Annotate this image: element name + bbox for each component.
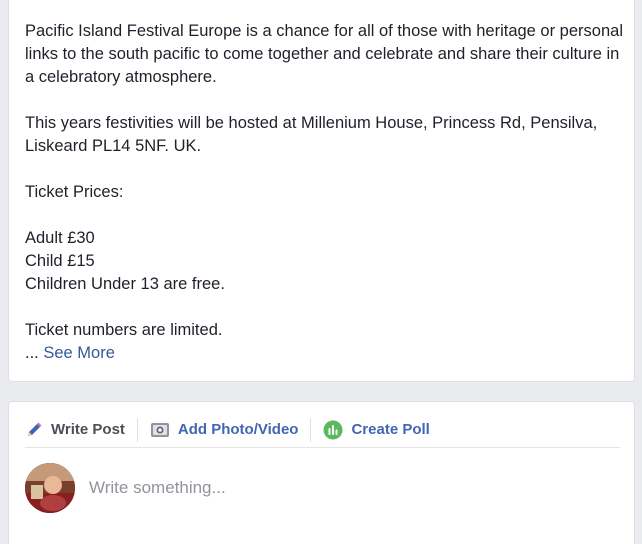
- tab-create-poll[interactable]: Create Poll: [323, 418, 441, 442]
- avatar[interactable]: [25, 463, 75, 513]
- tab-write-post-label: Write Post: [51, 421, 125, 438]
- composer-tabs: Write Post Add Photo/Video Create Poll: [25, 412, 620, 448]
- tab-add-photo-video[interactable]: Add Photo/Video: [150, 417, 312, 442]
- about-paragraph-venue: This years festivities will be hosted at…: [25, 114, 598, 155]
- ticket-limited-note: Ticket numbers are limited.: [25, 321, 223, 339]
- composer-row: [25, 462, 620, 514]
- tab-write-post[interactable]: Write Post: [25, 417, 138, 442]
- about-paragraph-intro: Pacific Island Festival Europe is a chan…: [25, 22, 623, 86]
- write-something-input[interactable]: [89, 478, 620, 498]
- camera-icon: [150, 421, 170, 439]
- pencil-icon: [25, 421, 43, 439]
- see-more-line: ... See More: [25, 342, 625, 365]
- tab-add-photo-video-label: Add Photo/Video: [177, 421, 299, 438]
- see-more-link[interactable]: See More: [43, 344, 115, 362]
- about-description: Pacific Island Festival Europe is a chan…: [25, 20, 625, 365]
- price-adult: Adult £30: [25, 229, 95, 247]
- ticket-prices-heading: Ticket Prices:: [25, 183, 124, 201]
- post-composer: Write Post Add Photo/Video Create Poll W…: [8, 401, 635, 544]
- about-card: Pacific Island Festival Europe is a chan…: [8, 0, 635, 382]
- tab-create-poll-label: Create Poll: [351, 421, 430, 438]
- price-under-13: Children Under 13 are free.: [25, 275, 225, 293]
- price-child: Child £15: [25, 252, 95, 270]
- poll-icon: [323, 420, 343, 440]
- ellipsis: ...: [25, 344, 39, 362]
